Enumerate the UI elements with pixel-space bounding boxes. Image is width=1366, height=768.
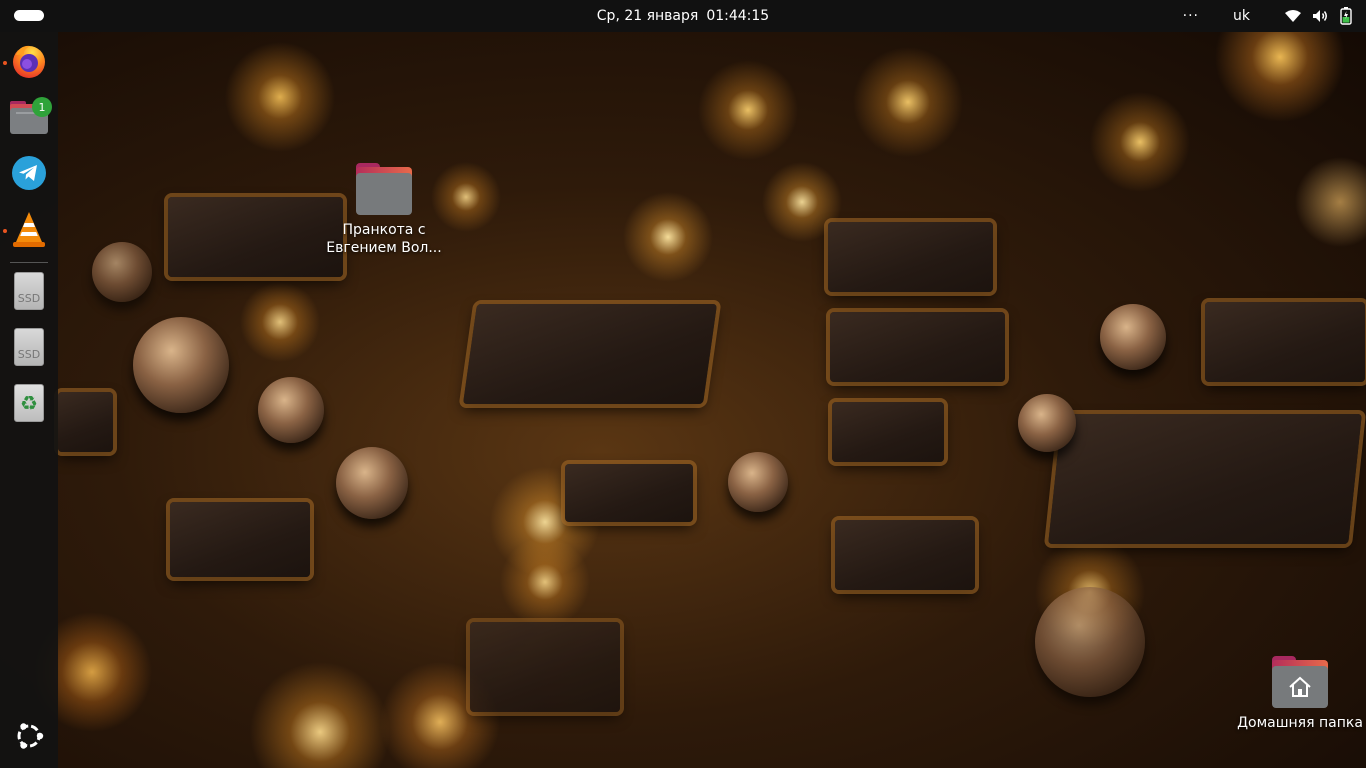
home-folder-icon bbox=[1272, 656, 1328, 708]
folder-label-line2: Евгением Вол... bbox=[326, 240, 442, 256]
activities-button[interactable] bbox=[14, 10, 44, 21]
dock: 1 SSD SSD ♻ bbox=[0, 32, 58, 768]
dock-item-ssd-drive-1[interactable]: SSD bbox=[0, 265, 58, 317]
dock-item-trash[interactable]: ♻ bbox=[0, 377, 58, 429]
folder-label-line1: Пранкота с bbox=[342, 222, 426, 238]
drive-icon: SSD bbox=[14, 328, 44, 366]
folder-icon bbox=[356, 163, 412, 215]
battery-icon[interactable] bbox=[1340, 7, 1352, 25]
dock-item-vlc[interactable] bbox=[0, 205, 58, 257]
dock-separator bbox=[10, 262, 48, 263]
drive-label: SSD bbox=[17, 348, 41, 361]
desktop-home-folder[interactable]: Домашняя папка bbox=[1234, 656, 1366, 732]
dock-item-firefox[interactable] bbox=[0, 37, 58, 89]
ubuntu-logo-icon bbox=[13, 720, 45, 756]
firefox-icon bbox=[10, 42, 48, 84]
home-icon bbox=[1289, 676, 1311, 697]
vlc-icon bbox=[10, 209, 48, 253]
telegram-icon bbox=[10, 154, 48, 196]
keyboard-layout-indicator[interactable]: uk bbox=[1233, 8, 1250, 24]
dock-item-ssd-drive-2[interactable]: SSD bbox=[0, 321, 58, 373]
date-label[interactable]: Ср, 21 января bbox=[597, 8, 699, 24]
drive-label: SSD bbox=[17, 292, 41, 305]
drive-icon: SSD bbox=[14, 272, 44, 310]
volume-icon[interactable] bbox=[1312, 9, 1330, 23]
desktop-wallpaper bbox=[0, 32, 1366, 768]
overflow-menu-button[interactable]: ··· bbox=[1183, 8, 1199, 24]
trash-icon: ♻ bbox=[14, 384, 44, 422]
show-apps-button[interactable] bbox=[0, 712, 58, 764]
wifi-icon[interactable] bbox=[1284, 9, 1302, 23]
desktop-folder-prankota[interactable]: Пранкота с Евгением Вол... bbox=[318, 163, 450, 257]
dock-item-telegram[interactable] bbox=[0, 149, 58, 201]
notification-badge: 1 bbox=[32, 97, 52, 117]
clock: Ср, 21 января 01:44:15 bbox=[0, 0, 1366, 32]
dock-item-files[interactable]: 1 bbox=[0, 93, 58, 145]
home-folder-label: Домашняя папка bbox=[1237, 715, 1363, 731]
time-label[interactable]: 01:44:15 bbox=[706, 8, 769, 24]
system-tray: ··· uk bbox=[1183, 0, 1366, 32]
running-indicator bbox=[3, 61, 7, 65]
running-indicator bbox=[3, 229, 7, 233]
top-bar: Ср, 21 января 01:44:15 ··· uk bbox=[0, 0, 1366, 32]
